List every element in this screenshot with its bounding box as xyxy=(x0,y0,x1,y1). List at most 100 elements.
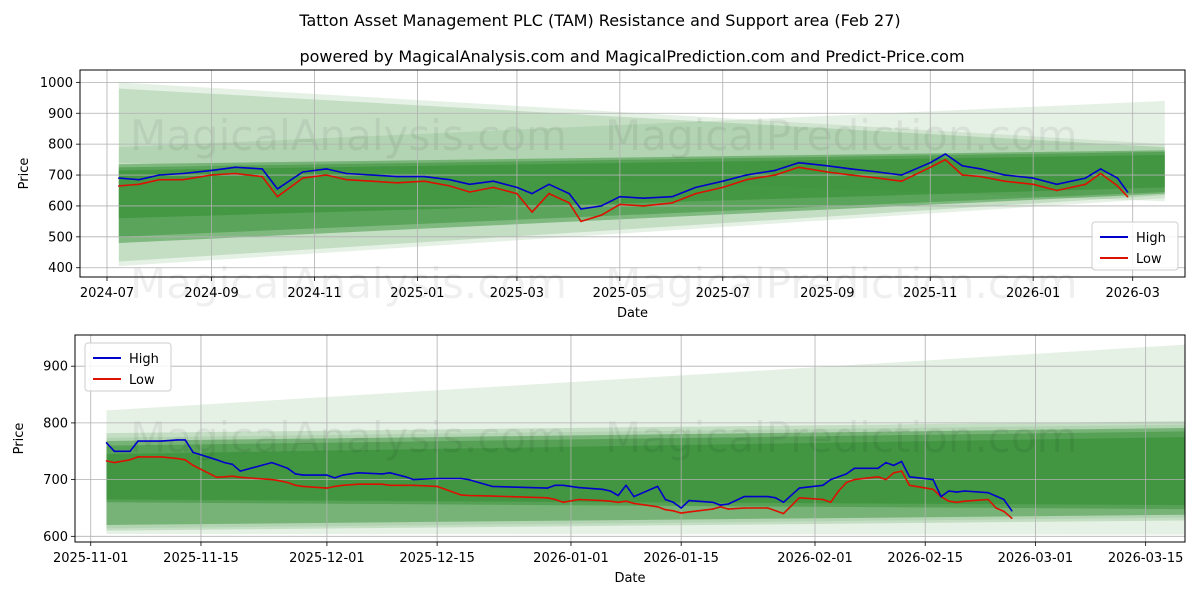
point-low xyxy=(176,457,179,460)
point-low xyxy=(371,180,373,182)
point-high xyxy=(278,464,281,467)
y-tick-label: 800 xyxy=(48,138,73,153)
legend: High Low xyxy=(84,342,172,392)
y-tick-label: 800 xyxy=(43,416,68,431)
x-tick-label: 2025-11 xyxy=(903,286,957,301)
point-low xyxy=(516,192,518,195)
point-high xyxy=(492,180,495,182)
point-low xyxy=(633,502,635,505)
point-high xyxy=(711,501,714,504)
point-low xyxy=(642,205,645,207)
point-high xyxy=(908,476,911,478)
point-high xyxy=(633,495,635,498)
point-low xyxy=(798,497,801,499)
y-tick-label: 900 xyxy=(48,107,73,122)
y-tick-label: 900 xyxy=(43,360,68,375)
point-low xyxy=(548,192,550,195)
point-low xyxy=(531,211,533,213)
point-high xyxy=(719,504,722,506)
point-high xyxy=(656,485,659,488)
point-high xyxy=(286,467,289,470)
point-high xyxy=(619,195,621,198)
point-high xyxy=(516,186,518,189)
point-high xyxy=(995,495,997,497)
point-low xyxy=(664,508,667,511)
x-tick-label: 2025-03 xyxy=(490,286,544,301)
point-high xyxy=(1116,177,1119,179)
x-tick-label: 2025-01 xyxy=(390,286,444,301)
point-high xyxy=(1032,177,1034,179)
point-high xyxy=(412,478,415,481)
point-high xyxy=(113,450,116,453)
x-tick-label: 2024-11 xyxy=(287,286,341,301)
point-high xyxy=(138,178,140,181)
point-low xyxy=(963,500,966,503)
x-tick-label: 2026-02-15 xyxy=(887,551,963,566)
point-high xyxy=(845,473,848,475)
point-low xyxy=(448,185,451,187)
point-low xyxy=(625,500,627,503)
watermark-0-1: MagicalPrediction.com xyxy=(605,111,1078,160)
point-low xyxy=(948,500,950,503)
legend-label-high: High xyxy=(129,352,159,367)
point-high xyxy=(1056,183,1058,186)
point-low xyxy=(271,478,273,481)
point-low xyxy=(932,488,934,491)
point-high xyxy=(963,490,966,492)
point-high xyxy=(688,499,690,502)
x-tick-label: 2025-05 xyxy=(593,286,647,301)
point-high xyxy=(548,183,550,186)
point-high xyxy=(105,442,108,444)
point-low xyxy=(491,495,494,497)
point-low xyxy=(995,507,997,509)
point-high xyxy=(929,161,932,164)
point-low xyxy=(182,178,184,181)
point-low xyxy=(231,475,234,478)
point-low xyxy=(829,501,832,504)
point-low xyxy=(980,175,982,178)
point-high xyxy=(568,192,570,195)
point-high xyxy=(182,172,184,175)
point-high xyxy=(948,490,950,492)
point-low xyxy=(797,166,800,169)
y-tick-label: 600 xyxy=(48,199,73,214)
point-low xyxy=(234,172,236,175)
point-high xyxy=(467,478,470,481)
legend-label-high: High xyxy=(1136,231,1166,246)
legend-label-low: Low xyxy=(129,373,155,388)
point-high xyxy=(767,495,769,498)
x-tick-label: 2026-02-01 xyxy=(777,551,853,566)
legend: High Low xyxy=(1091,221,1179,271)
point-low xyxy=(695,192,697,195)
point-low xyxy=(301,177,304,179)
point-high xyxy=(877,467,879,470)
point-high xyxy=(271,461,273,464)
point-low xyxy=(774,510,777,512)
legend-box xyxy=(84,342,172,392)
point-high xyxy=(423,175,426,178)
legend-box xyxy=(1091,221,1179,271)
point-low xyxy=(1011,517,1013,519)
point-low xyxy=(261,175,264,178)
point-high xyxy=(980,168,982,170)
point-low xyxy=(987,498,989,501)
point-high xyxy=(1126,191,1129,193)
point-high xyxy=(1011,510,1013,512)
x-tick-label: 2025-12-15 xyxy=(399,551,475,566)
x-tick-label: 2025-11-15 xyxy=(163,551,239,566)
point-high xyxy=(325,168,328,170)
point-low xyxy=(138,183,140,186)
point-high xyxy=(1003,174,1006,176)
point-low xyxy=(892,472,895,474)
point-low xyxy=(782,512,785,515)
point-low xyxy=(900,470,903,472)
point-low xyxy=(568,202,570,204)
point-low xyxy=(1003,510,1005,513)
point-high xyxy=(853,467,856,470)
point-high xyxy=(176,439,179,441)
point-high xyxy=(231,463,234,466)
point-high xyxy=(578,486,580,489)
point-low xyxy=(276,195,279,198)
point-high xyxy=(774,497,777,499)
point-high xyxy=(955,491,958,493)
